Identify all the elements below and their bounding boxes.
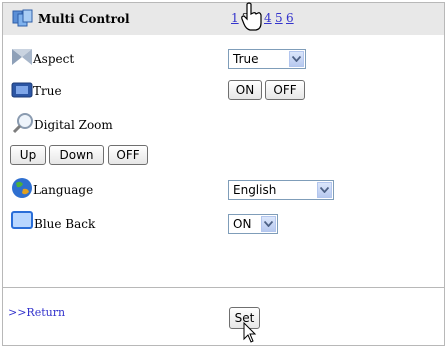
page-link-1[interactable]: 1 — [231, 11, 239, 25]
chevron-down-icon — [261, 216, 276, 232]
magnifier-icon — [12, 113, 33, 134]
blue-back-select[interactable]: ON — [228, 214, 278, 234]
true-on-button[interactable]: ON — [228, 80, 262, 100]
true-icon — [11, 82, 33, 98]
aspect-select[interactable]: True — [228, 49, 306, 69]
language-select-value: English — [233, 183, 277, 197]
return-link[interactable]: >>Return — [8, 306, 65, 319]
aspect-select-value: True — [233, 52, 259, 66]
aspect-icon — [12, 49, 32, 65]
zoom-down-button[interactable]: Down — [49, 145, 104, 165]
blue-back-icon — [11, 211, 33, 229]
zoom-up-button[interactable]: Up — [10, 145, 46, 165]
footer-divider — [3, 287, 444, 288]
true-label: True — [33, 84, 62, 98]
globe-icon — [12, 178, 32, 198]
multi-control-icon — [12, 9, 33, 27]
page-link-4[interactable]: 4 — [264, 11, 272, 25]
language-select[interactable]: English — [228, 180, 334, 200]
hand-cursor-icon — [241, 2, 262, 31]
arrow-cursor-icon — [243, 322, 257, 343]
page-link-6[interactable]: 6 — [286, 11, 294, 25]
blue-back-label: Blue Back — [34, 217, 96, 231]
true-off-button[interactable]: OFF — [265, 80, 305, 100]
aspect-label: Aspect — [33, 52, 75, 66]
digital-zoom-label: Digital Zoom — [34, 118, 113, 132]
page-title: Multi Control — [38, 12, 130, 26]
blue-back-select-value: ON — [233, 217, 252, 231]
page-link-5[interactable]: 5 — [275, 11, 283, 25]
language-label: Language — [33, 183, 94, 197]
chevron-down-icon — [317, 182, 332, 198]
chevron-down-icon — [289, 51, 304, 67]
zoom-off-button[interactable]: OFF — [108, 145, 148, 165]
